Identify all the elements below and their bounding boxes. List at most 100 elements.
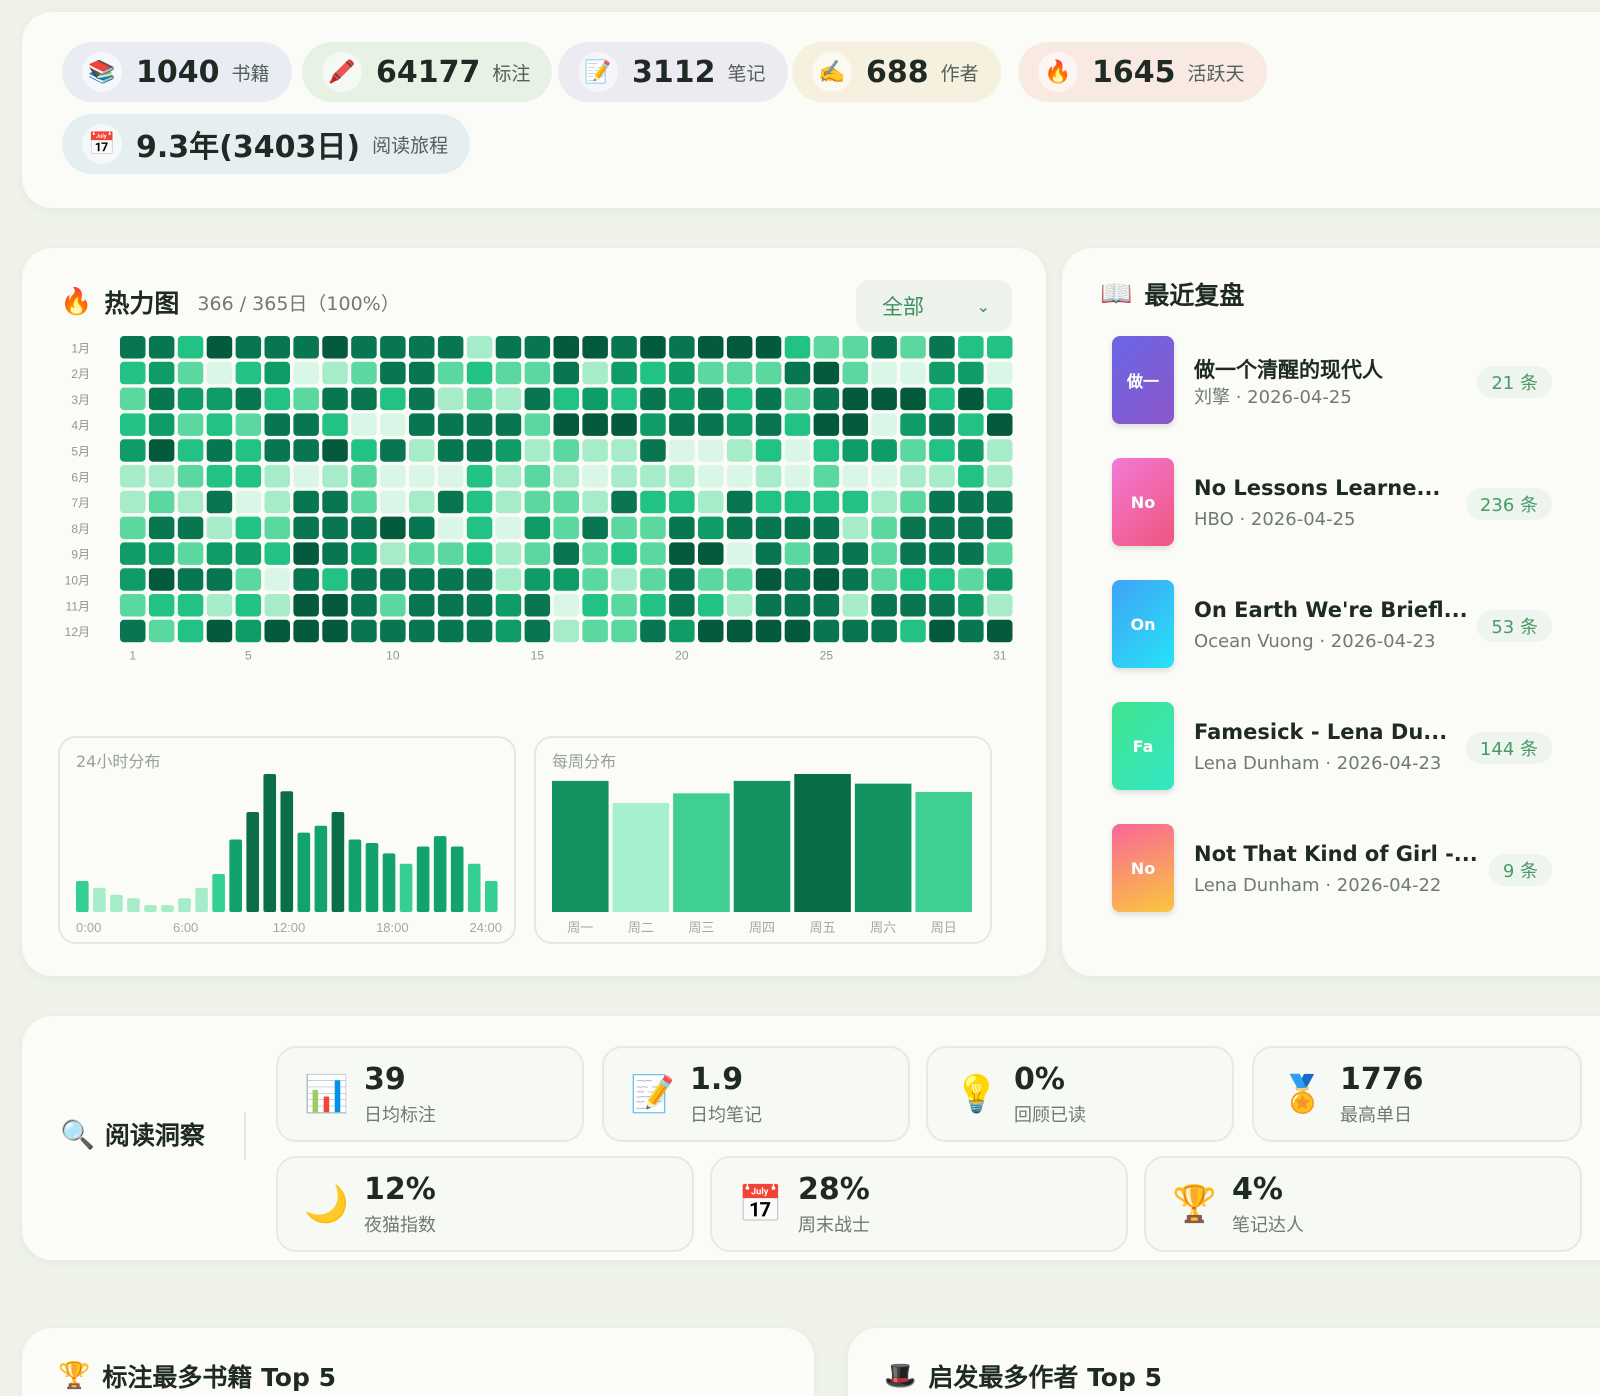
heatmap-cell <box>466 465 493 488</box>
book-title: No Lessons Learne... <box>1194 476 1441 500</box>
heatmap-cell <box>553 594 579 617</box>
heatmap-cell <box>929 336 955 359</box>
stat-value: 3112 <box>632 54 716 90</box>
stat-label: 笔记 <box>727 62 766 85</box>
heatmap-cell <box>524 516 551 540</box>
heatmap-cell <box>380 542 406 565</box>
heatmap-cell <box>900 516 926 540</box>
month-label: 4月 <box>71 419 90 433</box>
heatmap-cell <box>177 387 204 411</box>
heatmap-cell <box>235 619 262 643</box>
open-book-icon: 📖 <box>1100 279 1133 309</box>
heatmap-cell <box>264 594 290 617</box>
stat-authors: ✍️ 688 作者 <box>792 42 1001 102</box>
heatmap-cell <box>755 439 782 462</box>
stat-books: 📚 1040 书籍 <box>62 42 292 102</box>
heatmap-cell <box>409 361 435 385</box>
heatmap-cell <box>322 568 348 591</box>
heatmap-cell <box>148 568 175 591</box>
heatmap-cell <box>524 568 551 591</box>
heatmap-cell <box>611 336 637 359</box>
heatmap-cell <box>322 465 348 488</box>
heatmap-cell <box>120 387 146 411</box>
heatmap-cell <box>293 542 319 565</box>
heatmap-cell <box>235 361 262 385</box>
heatmap-cell <box>842 594 868 617</box>
heatmap-cell <box>553 361 579 385</box>
heatmap-filter-select[interactable]: 全部 ⌄ <box>856 280 1012 332</box>
insights-header: 🔍 阅读洞察 <box>60 1116 205 1152</box>
recent-book-item[interactable]: No Not That Kind of Girl -... Lena Dunha… <box>1112 824 1552 916</box>
hour-bar <box>331 811 345 912</box>
heatmap-cell <box>726 336 753 359</box>
heatmap-cell <box>929 439 955 462</box>
heatmap-cell <box>698 516 724 540</box>
heatmap-cell <box>582 336 608 359</box>
heatmap-cell <box>437 465 464 488</box>
heatmap-cell <box>582 516 608 540</box>
insight-value: 4% <box>1232 1171 1283 1207</box>
hour-bar <box>297 832 311 912</box>
book-meta: 刘擎 · 2026-04-25 <box>1194 387 1352 408</box>
day-tick-label: 1 <box>129 649 136 663</box>
book-cover: On <box>1112 580 1174 668</box>
weekday-tick-label: 周六 <box>870 921 896 936</box>
heatmap-cell <box>409 568 435 591</box>
book-cover: No <box>1112 824 1174 912</box>
heatmap-cell <box>524 336 551 359</box>
heatmap-cell <box>611 361 637 385</box>
weekday-bar <box>915 791 972 912</box>
heatmap-cell <box>177 619 204 643</box>
heatmap-cell <box>726 568 753 591</box>
recent-book-item[interactable]: 做一 做一个清醒的现代人 刘擎 · 2026-04-25 21 条 <box>1112 336 1552 428</box>
heatmap-cell <box>611 413 637 436</box>
stat-value: 1040 <box>136 54 220 90</box>
heatmap-cell <box>755 413 782 436</box>
insight-avg-notes: 📝 1.9 日均笔记 <box>602 1046 910 1142</box>
heatmap-cell <box>669 465 695 488</box>
stat-active-days: 🔥 1645 活跃天 <box>1018 42 1267 102</box>
hour-bar <box>144 905 157 912</box>
heatmap-cell <box>293 439 319 462</box>
insight-value: 1.9 <box>690 1061 744 1097</box>
heatmap-cell <box>929 465 955 488</box>
heatmap-cell <box>669 439 695 462</box>
heatmap-cell <box>842 336 868 359</box>
heatmap-cell <box>900 465 926 488</box>
heatmap-cell <box>929 413 955 436</box>
heatmap-cell <box>669 413 695 436</box>
heatmap-cell <box>524 361 551 385</box>
heatmap-cell <box>669 361 695 385</box>
calendar-icon: 📅 <box>82 124 122 164</box>
heatmap-cell <box>958 413 984 436</box>
heatmap-cell <box>842 619 868 643</box>
month-label: 9月 <box>71 548 90 562</box>
weekly-chart-plot: 周一 周二 周三 周四 周五 周六 周日 <box>552 774 972 936</box>
heatmap-cell <box>929 361 955 385</box>
heatmap-cell <box>322 619 348 643</box>
heatmap-cell <box>726 439 753 462</box>
heatmap-cell <box>206 490 233 514</box>
highlight-count-badge: 144 条 <box>1465 732 1552 764</box>
weekday-tick-label: 周一 <box>567 921 593 936</box>
insights-title: 阅读洞察 <box>104 1121 205 1150</box>
recent-book-item[interactable]: On On Earth We're Briefl... Ocean Vuong … <box>1112 580 1552 672</box>
book-cover: No <box>1112 458 1174 546</box>
heatmap-cell <box>177 336 204 359</box>
heatmap-cell <box>293 361 319 385</box>
heatmap-cell <box>553 439 579 462</box>
heatmap-cell <box>293 387 319 411</box>
insight-value: 12% <box>364 1171 436 1207</box>
heatmap-cell <box>784 387 811 411</box>
heatmap-cell <box>871 619 897 643</box>
fire-icon: 🔥 <box>1038 52 1078 92</box>
day-tick-label: 20 <box>675 649 689 663</box>
recent-book-item[interactable]: Fa Famesick - Lena Du... Lena Dunham · 2… <box>1112 702 1552 794</box>
heatmap-cell <box>322 516 348 540</box>
hour-bar <box>348 839 362 912</box>
heatmap-cell <box>437 568 464 591</box>
hour-bar <box>416 846 430 912</box>
heatmap-cell <box>842 568 868 591</box>
heatmap-cell <box>380 490 406 514</box>
recent-book-item[interactable]: No No Lessons Learne... HBO · 2026-04-25… <box>1112 458 1552 550</box>
